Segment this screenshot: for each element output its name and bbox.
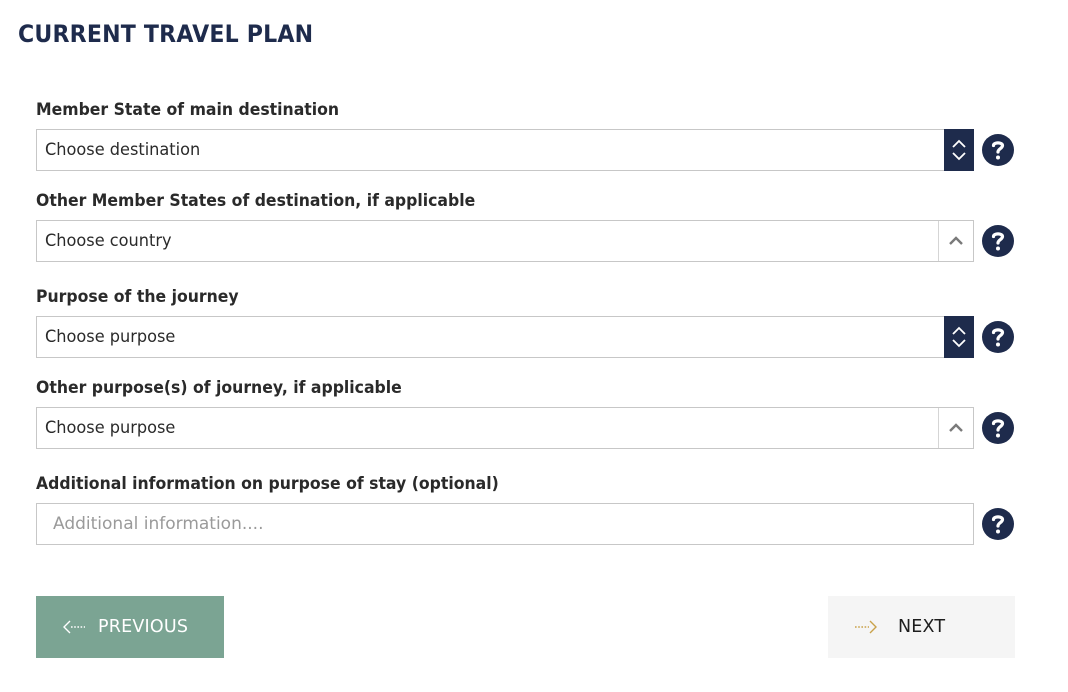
chevron-up-down-icon[interactable] bbox=[944, 316, 974, 358]
help-icon[interactable] bbox=[982, 225, 1014, 257]
chevron-up-icon[interactable] bbox=[938, 221, 973, 261]
next-button[interactable]: NEXT bbox=[828, 596, 1015, 658]
next-button-label: NEXT bbox=[898, 617, 946, 637]
additional-info-field[interactable] bbox=[36, 503, 974, 545]
label-other-destinations: Other Member States of destination, if a… bbox=[36, 191, 476, 210]
label-main-destination: Member State of main destination bbox=[36, 100, 340, 119]
label-purpose: Purpose of the journey bbox=[36, 287, 239, 306]
other-purposes-value: Choose purpose bbox=[45, 418, 176, 438]
main-destination-select[interactable]: Choose destination bbox=[36, 129, 974, 171]
previous-button[interactable]: PREVIOUS bbox=[36, 596, 224, 658]
help-icon[interactable] bbox=[982, 321, 1014, 353]
label-additional-info: Additional information on purpose of sta… bbox=[36, 474, 499, 493]
dotted-arrow-left-icon bbox=[62, 619, 86, 635]
purpose-select[interactable]: Choose purpose bbox=[36, 316, 974, 358]
additional-info-input[interactable] bbox=[37, 504, 973, 544]
other-destinations-value: Choose country bbox=[45, 231, 172, 251]
previous-button-label: PREVIOUS bbox=[98, 617, 189, 637]
chevron-up-down-icon[interactable] bbox=[944, 129, 974, 171]
help-icon[interactable] bbox=[982, 134, 1014, 166]
other-purposes-select[interactable]: Choose purpose bbox=[36, 407, 974, 449]
purpose-value: Choose purpose bbox=[45, 327, 176, 347]
help-icon[interactable] bbox=[982, 412, 1014, 444]
help-icon[interactable] bbox=[982, 508, 1014, 540]
label-other-purposes: Other purpose(s) of journey, if applicab… bbox=[36, 378, 402, 397]
page-title: CURRENT TRAVEL PLAN bbox=[18, 20, 314, 48]
other-destinations-select[interactable]: Choose country bbox=[36, 220, 974, 262]
chevron-up-icon[interactable] bbox=[938, 408, 973, 448]
main-destination-value: Choose destination bbox=[45, 140, 201, 160]
dotted-arrow-right-icon bbox=[854, 619, 878, 635]
